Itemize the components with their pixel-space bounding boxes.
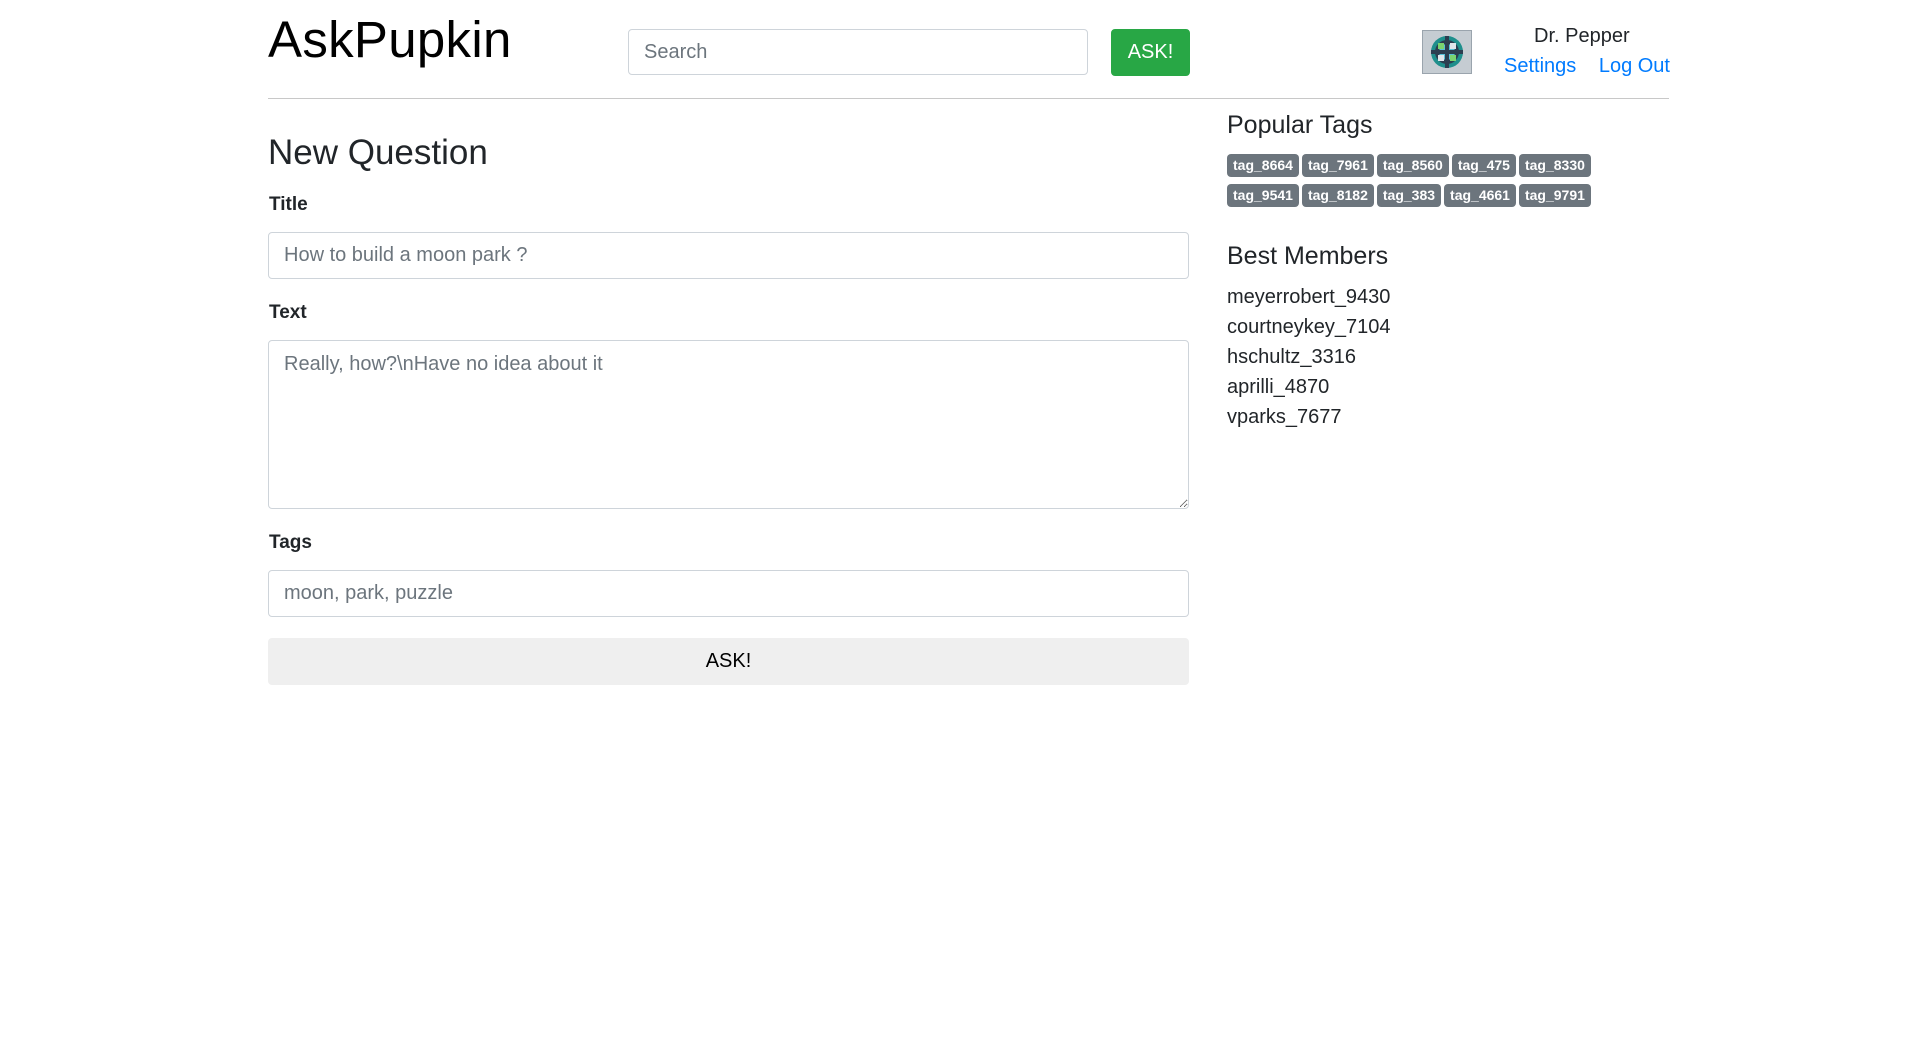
ask-header-button[interactable]: ASK! [1111, 29, 1190, 76]
user-links: Settings Log Out [1504, 55, 1670, 78]
text-textarea[interactable] [268, 340, 1189, 509]
settings-link[interactable]: Settings [1504, 55, 1576, 77]
avatar-image [1423, 31, 1471, 73]
text-label: Text [269, 302, 307, 323]
tags-input[interactable] [268, 570, 1189, 617]
search-input[interactable] [628, 29, 1088, 75]
tag-badge[interactable]: tag_8664 [1227, 154, 1299, 177]
popular-tags-title: Popular Tags [1227, 111, 1373, 139]
logout-link[interactable]: Log Out [1599, 55, 1670, 77]
title-label: Title [269, 194, 308, 215]
tag-badge[interactable]: tag_8182 [1301, 184, 1374, 207]
member-item[interactable]: vparks_7677 [1227, 402, 1390, 432]
member-item[interactable]: aprilli_4870 [1227, 372, 1390, 402]
tag-badge[interactable]: tag_4661 [1444, 184, 1516, 207]
site-header: AskPupkin ASK! Dr. Pepper Settings Log O… [268, 0, 1670, 99]
tag-badge[interactable]: tag_8560 [1376, 154, 1449, 177]
tag-badge[interactable]: tag_8330 [1518, 154, 1591, 177]
tag-badge[interactable]: tag_475 [1451, 154, 1516, 177]
best-members-list: meyerrobert_9430 courtneykey_7104 hschul… [1227, 282, 1390, 432]
site-logo[interactable]: AskPupkin [268, 14, 512, 65]
user-name: Dr. Pepper [1534, 25, 1630, 47]
best-members-title: Best Members [1227, 242, 1389, 270]
member-item[interactable]: meyerrobert_9430 [1227, 282, 1390, 312]
title-input[interactable] [268, 232, 1189, 279]
tag-badge[interactable]: tag_9791 [1518, 184, 1591, 207]
page-container: AskPupkin ASK! Dr. Pepper Settings Log O… [268, 0, 1670, 685]
page-title: New Question [268, 133, 488, 172]
tag-badge[interactable]: tag_7961 [1301, 154, 1374, 177]
member-item[interactable]: hschultz_3316 [1227, 342, 1390, 372]
member-item[interactable]: courtneykey_7104 [1227, 312, 1390, 342]
avatar[interactable] [1422, 30, 1472, 74]
tags-label: Tags [269, 532, 312, 553]
popular-tags-list: tag_8664 tag_7961 tag_8560 tag_475 tag_8330 t… [1227, 154, 1647, 214]
ask-submit-button[interactable]: ASK! [268, 638, 1189, 685]
tag-badge[interactable]: tag_383 [1376, 184, 1442, 207]
tag-badge[interactable]: tag_9541 [1227, 184, 1299, 207]
